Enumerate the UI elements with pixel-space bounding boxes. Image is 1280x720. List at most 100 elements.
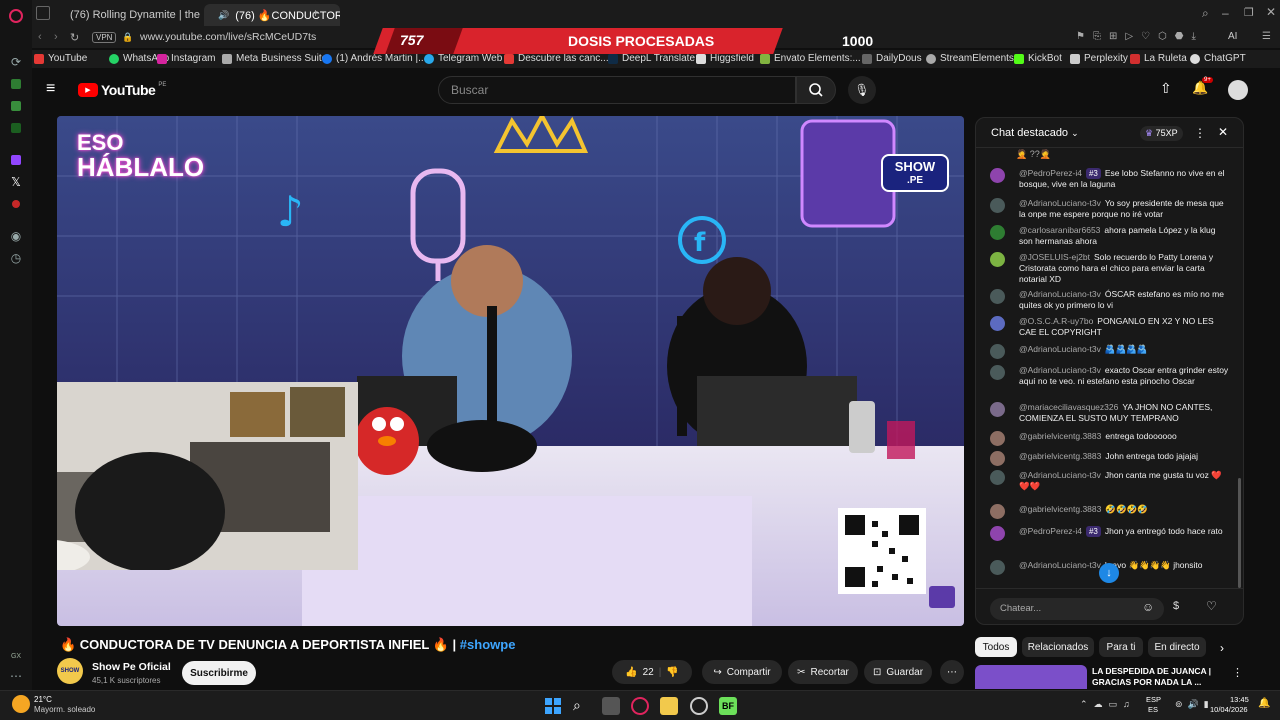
chat-message[interactable]: @AdrianoLuciano-t3v 🫂🫂🫂🫂 — [990, 344, 1230, 359]
x-icon[interactable]: 𝕏 — [8, 174, 24, 190]
bookmark-chatgpt[interactable]: ChatGPT — [1190, 53, 1246, 64]
twitch-icon[interactable] — [8, 152, 24, 168]
chip-todos[interactable]: Todos — [975, 637, 1017, 657]
chat-author[interactable]: @JOSELUIS-ej2bt — [1019, 252, 1090, 262]
chip-para-ti[interactable]: Para ti — [1099, 637, 1143, 657]
chat-message[interactable]: @AdrianoLuciano-t3v ÓSCAR estefano es mío… — [990, 289, 1230, 311]
bookmark-deepl[interactable]: DeepL Translate — [608, 53, 695, 64]
refresh-sidebar-icon[interactable]: ⟳ — [8, 54, 24, 70]
chat-avatar[interactable] — [990, 252, 1005, 267]
chat-avatar[interactable] — [990, 316, 1005, 331]
forward-icon[interactable]: › — [54, 31, 58, 43]
microphone-icon[interactable]: 🎙 — [848, 76, 876, 104]
tab-rolling-dynamite[interactable]: (76) Rolling Dynamite | the — [56, 4, 202, 26]
bookmark-telegram[interactable]: Telegram Web — [424, 53, 502, 64]
chat-author[interactable]: @PedroPerez-i4 — [1019, 526, 1082, 536]
chat-scrollbar[interactable] — [1238, 478, 1241, 588]
chat-message[interactable]: @JOSELUIS-ej2bt Solo recuerdo lo Patty Lo… — [990, 252, 1230, 285]
network-volume-battery-icons[interactable]: ⊚🔊▮ — [1175, 699, 1214, 710]
player-icon[interactable]: ◉ — [8, 228, 24, 244]
bookmark-higgsfield[interactable]: Higgsfield — [696, 53, 754, 64]
chat-author[interactable]: @gabrielvicentg.3883 — [1019, 431, 1101, 441]
opera-gx-taskbar-icon[interactable] — [631, 697, 649, 715]
chat-avatar[interactable] — [990, 402, 1005, 417]
thumbs-down-icon[interactable]: 👎 — [666, 667, 678, 678]
chat-avatar[interactable] — [990, 526, 1005, 541]
close-window-icon[interactable]: ✕ — [1266, 5, 1276, 19]
file-explorer-icon[interactable] — [660, 697, 678, 715]
chat-author[interactable]: @AdrianoLuciano-t3v — [1019, 470, 1101, 480]
suggestion-thumbnail[interactable] — [975, 665, 1087, 689]
more-actions-icon[interactable]: ⋯ — [940, 660, 964, 684]
chat-avatar[interactable] — [990, 225, 1005, 240]
chat-avatar[interactable] — [990, 289, 1005, 304]
subscribe-button[interactable]: Suscribirme — [182, 661, 256, 685]
search-button[interactable] — [796, 76, 836, 104]
sidebar-app-icon[interactable] — [8, 76, 24, 92]
chat-message[interactable]: @O.S.C.A.R-uy7bo PONGANLO EN X2 Y NO LES … — [990, 316, 1230, 338]
url-field[interactable]: www.youtube.com/live/sRcMCeUD7ts — [140, 31, 316, 43]
super-chat-icon[interactable]: $ — [1173, 600, 1179, 612]
new-tab-button[interactable]: + — [312, 6, 319, 20]
chat-author[interactable]: @AdrianoLuciano-t3v — [1019, 365, 1101, 375]
save-button[interactable]: ⊡ Guardar — [864, 660, 932, 684]
chat-input[interactable]: Chatear... — [990, 598, 1164, 620]
close-chat-icon[interactable]: ✕ — [1218, 125, 1228, 139]
heart-icon[interactable]: ♡ — [1206, 599, 1217, 613]
xp-badge[interactable]: ♛ 75XP — [1140, 126, 1183, 141]
sidebar-app-icon[interactable] — [8, 120, 24, 136]
system-tray-icons[interactable]: ⌃☁▭♫ — [1080, 699, 1136, 710]
workspace-icon[interactable] — [36, 6, 50, 20]
chat-avatar[interactable] — [990, 344, 1005, 359]
like-button[interactable]: 👍 22 — [625, 667, 654, 678]
suggestion-title[interactable]: LA DESPEDIDA DE JUANCA | GRACIAS POR NAD… — [1092, 666, 1222, 688]
chat-avatar[interactable] — [990, 504, 1005, 519]
keyboard-layout[interactable]: ES — [1148, 705, 1158, 714]
suggestion-more-icon[interactable]: ⋮ — [1232, 666, 1243, 679]
windows-start-icon[interactable] — [544, 697, 562, 715]
bookmark-la-ruleta[interactable]: La Ruleta — [1130, 53, 1187, 64]
weather-icon[interactable] — [12, 695, 30, 713]
chat-message[interactable]: @carlosaranibar6653 ahora pamela López y … — [990, 225, 1230, 247]
chat-message[interactable]: @gabrielvicentg.3883 John entrega todo ja… — [990, 451, 1230, 466]
bookmark-dailydous[interactable]: DailyDous — [862, 53, 922, 64]
chat-author[interactable]: @AdrianoLuciano-t3v — [1019, 289, 1101, 299]
youtube-logo[interactable]: ▶ YouTube PE — [78, 82, 166, 98]
chat-avatar[interactable] — [990, 198, 1005, 213]
share-button[interactable]: ↪ Compartir — [702, 660, 782, 684]
bookmark-meta[interactable]: Meta Business Suite — [222, 53, 327, 64]
chat-message[interactable]: @AdrianoLuciano-t3v Yo soy presidente de … — [990, 198, 1230, 220]
channel-name[interactable]: Show Pe Oficial — [92, 661, 171, 673]
minimize-icon[interactable]: – — [1222, 6, 1229, 20]
bookmark-instagram[interactable]: Instagram — [157, 53, 215, 64]
chat-message[interactable]: @mariaceciliavasquez326 YA JHON NO CANTES… — [990, 402, 1230, 424]
chat-avatar[interactable] — [990, 431, 1005, 446]
chat-avatar[interactable] — [990, 365, 1005, 380]
chip-relacionados[interactable]: Relacionados — [1022, 637, 1094, 657]
chat-author[interactable]: @AdrianoLuciano-t3v — [1019, 344, 1101, 354]
language-code[interactable]: ESP — [1146, 695, 1161, 704]
tab-conductora[interactable]: 🔊 (76) 🔥CONDUCTOR/ — [204, 4, 340, 26]
chat-message[interactable]: @AdrianoLuciano-t3v exacto Oscar entra gr… — [990, 365, 1230, 387]
vpn-badge[interactable]: VPN — [92, 32, 117, 43]
scroll-down-icon[interactable]: ↓ — [1099, 563, 1119, 583]
chat-author[interactable]: @AdrianoLuciano-t3v — [1019, 560, 1101, 570]
hashtag-link[interactable]: #showpe — [460, 637, 516, 652]
chat-avatar[interactable] — [990, 168, 1005, 183]
upload-icon[interactable]: ⇧ — [1160, 80, 1172, 97]
video-player[interactable]: ♪ f ESO HÁBLALO SHOW .PE — [57, 116, 964, 626]
chat-message[interactable]: @gabrielvicentg.3883 entrega todoooooo — [990, 431, 1230, 446]
chat-author[interactable]: @carlosaranibar6653 — [1019, 225, 1100, 235]
bookmark-envato[interactable]: Envato Elements:... — [760, 53, 861, 64]
chat-message[interactable]: @AdrianoLuciano-t3v Jhon canta me gusta t… — [990, 470, 1230, 492]
channel-avatar[interactable]: SHOW — [57, 658, 83, 684]
bookmark-facebook[interactable]: (1) Andrés Martin |... — [322, 53, 426, 64]
chat-mode-dropdown[interactable]: Chat destacado ⌄ — [991, 127, 1079, 139]
chip-en-directo[interactable]: En directo — [1148, 637, 1206, 657]
history-icon[interactable]: ◷ — [8, 250, 24, 266]
chat-author[interactable]: @gabrielvicentg.3883 — [1019, 504, 1101, 514]
bookmark-perplexity[interactable]: Perplexity — [1070, 53, 1128, 64]
ai-button[interactable]: AI — [1228, 31, 1237, 42]
more-icon[interactable]: ⋯ — [8, 668, 24, 684]
back-icon[interactable]: ‹ — [38, 31, 42, 43]
